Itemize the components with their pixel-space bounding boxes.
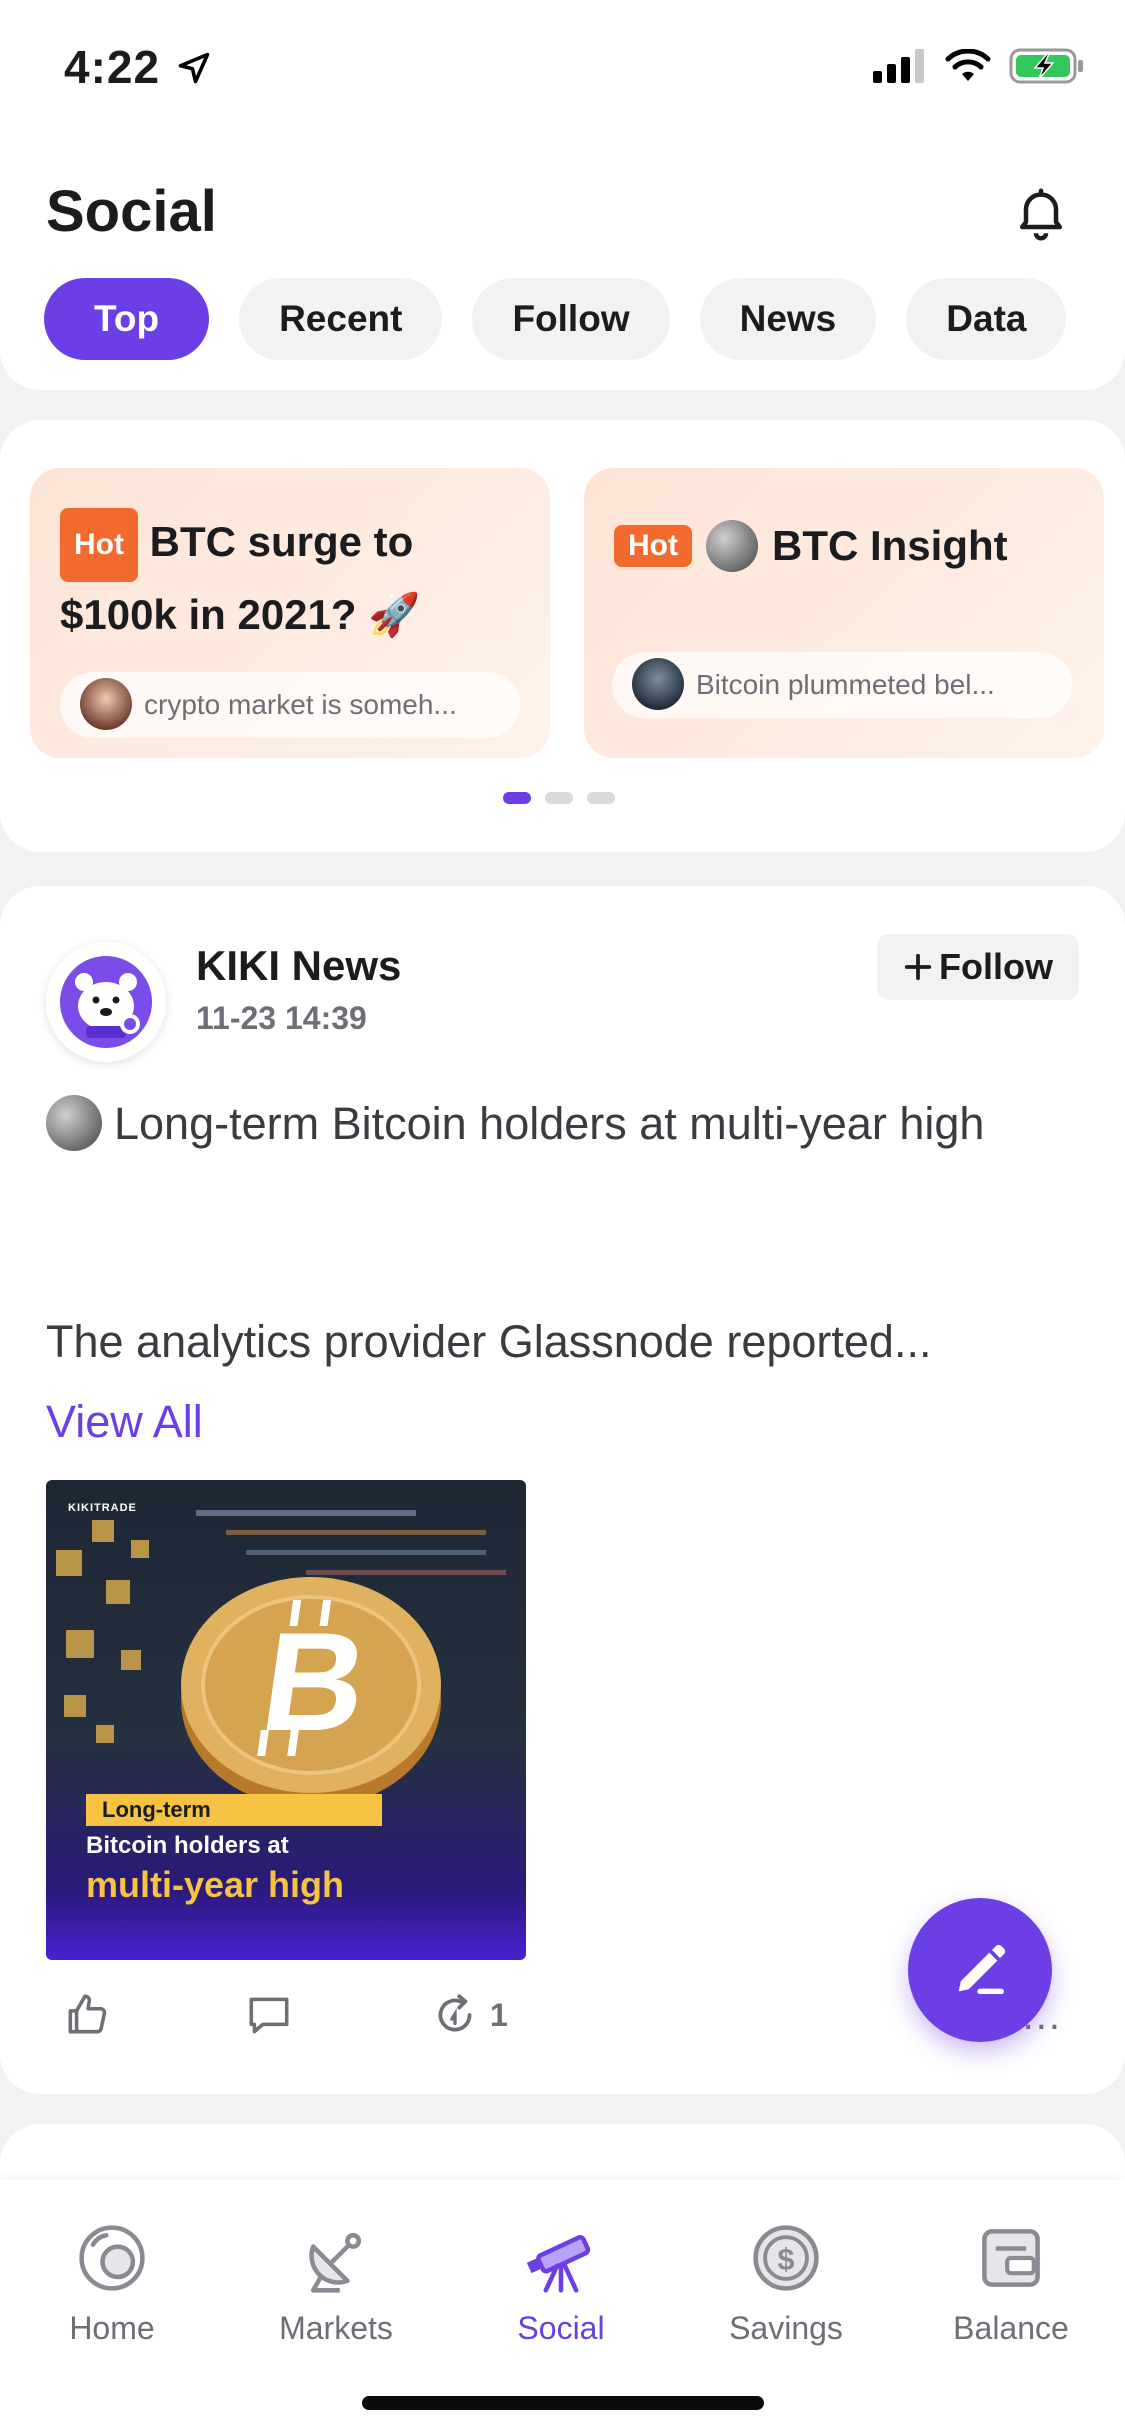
- tab-data[interactable]: Data: [906, 278, 1067, 360]
- post-actions: 1 ...: [62, 1990, 1062, 2050]
- carousel-pagination: [503, 792, 615, 804]
- image-text-line: Long-term: [86, 1794, 382, 1826]
- repost-button[interactable]: 1: [430, 1990, 508, 2040]
- nav-home[interactable]: Home: [12, 2220, 212, 2347]
- status-bar: 4:22: [0, 0, 1125, 135]
- tab-news[interactable]: News: [699, 278, 877, 360]
- home-indicator[interactable]: [362, 2396, 764, 2410]
- carousel-dot[interactable]: [587, 792, 615, 804]
- telescope-icon: [526, 2235, 591, 2293]
- comment-text: crypto market is someh...: [144, 689, 457, 720]
- tab-bar: Top Recent Follow News Data: [44, 278, 1067, 360]
- dollar-coin-icon: $: [753, 2225, 819, 2291]
- signal-icon: [873, 49, 927, 88]
- hot-card-comment: Bitcoin plummeted bel...: [612, 652, 1072, 718]
- carousel-dot-active[interactable]: [503, 792, 531, 804]
- post-timestamp: 11-23 14:39: [196, 1000, 367, 1036]
- author-name[interactable]: KIKI News: [196, 942, 401, 990]
- comment-text: Bitcoin plummeted bel...: [696, 669, 995, 700]
- header: 4:22 Social Top Recent Follow News Data: [0, 0, 1125, 390]
- bell-icon[interactable]: [1011, 182, 1071, 247]
- hot-card[interactable]: Hot BTC surge to $100k in 2021? 🚀 crypto…: [30, 468, 550, 758]
- polar-bear-logo-icon: [60, 956, 152, 1048]
- post-image[interactable]: B KIKITRADE Long-term Bitcoin holders at…: [46, 1480, 526, 1960]
- nav-label: Markets: [279, 2310, 393, 2346]
- like-button[interactable]: [62, 1990, 112, 2040]
- comment-button[interactable]: [244, 1990, 294, 2040]
- location-arrow-icon: [176, 50, 212, 91]
- bitcoin-coin-icon: [46, 1095, 102, 1152]
- nav-social[interactable]: Social: [461, 2220, 661, 2347]
- hot-badge: Hot: [614, 525, 692, 567]
- pencil-icon: [958, 1944, 1006, 1994]
- follow-button[interactable]: Follow: [877, 934, 1079, 1000]
- compose-button[interactable]: [908, 1898, 1052, 2042]
- nav-savings[interactable]: $ Savings: [686, 2220, 886, 2347]
- thumbs-up-icon: [68, 1994, 107, 2034]
- wallet-icon: [982, 2229, 1040, 2287]
- nav-label: Social: [517, 2310, 605, 2346]
- nav-markets[interactable]: Markets: [236, 2220, 436, 2347]
- hot-card-comment: crypto market is someh...: [60, 672, 520, 738]
- tab-follow[interactable]: Follow: [472, 278, 670, 360]
- hot-card[interactable]: Hot BTC Insight Bitcoin plummeted bel...: [584, 468, 1104, 758]
- avatar: [632, 658, 684, 710]
- battery-charging-icon: [1009, 48, 1085, 89]
- hot-card-title: Hot BTC surge to $100k in 2021? 🚀: [60, 508, 520, 648]
- plus-icon: [904, 953, 932, 981]
- post-body[interactable]: The analytics provider Glassnode reporte…: [46, 1316, 1086, 1368]
- comment-icon: [249, 1997, 289, 2034]
- svg-text:$: $: [778, 2242, 795, 2276]
- repost-icon: [438, 1994, 472, 2032]
- image-brand-logo: KIKITRADE: [68, 1502, 137, 1514]
- follow-label: Follow: [939, 946, 1053, 987]
- hot-badge: Hot: [60, 508, 138, 582]
- tab-recent[interactable]: Recent: [239, 278, 443, 360]
- nav-label: Home: [69, 2310, 155, 2346]
- nav-label: Balance: [953, 2310, 1069, 2346]
- page-title: Social: [46, 179, 217, 244]
- nav-label: Savings: [729, 2310, 843, 2346]
- satellite-dish-icon: [309, 2232, 362, 2293]
- status-time: 4:22: [64, 41, 161, 93]
- home-icon: [79, 2225, 145, 2291]
- hot-carousel: Hot BTC surge to $100k in 2021? 🚀 crypto…: [0, 420, 1125, 852]
- post-headline[interactable]: Long-term Bitcoin holders at multi-year …: [46, 1082, 1076, 1166]
- post-headline-text: Long-term Bitcoin holders at multi-year …: [114, 1098, 985, 1149]
- tab-top[interactable]: Top: [44, 278, 210, 360]
- image-text-line: Bitcoin holders at: [86, 1832, 289, 1859]
- nav-balance[interactable]: Balance: [911, 2220, 1111, 2347]
- view-all-link[interactable]: View All: [46, 1396, 203, 1448]
- image-text-line: multi-year high: [86, 1864, 345, 1905]
- avatar: [80, 678, 132, 730]
- repost-count: 1: [490, 1996, 508, 2033]
- carousel-dot[interactable]: [545, 792, 573, 804]
- hot-card-title-text: BTC Insight: [771, 522, 1008, 569]
- wifi-icon: [945, 48, 991, 88]
- hot-card-title: Hot BTC Insight: [614, 520, 1008, 572]
- avatar[interactable]: [46, 942, 166, 1062]
- bitcoin-coin-icon: [705, 520, 758, 572]
